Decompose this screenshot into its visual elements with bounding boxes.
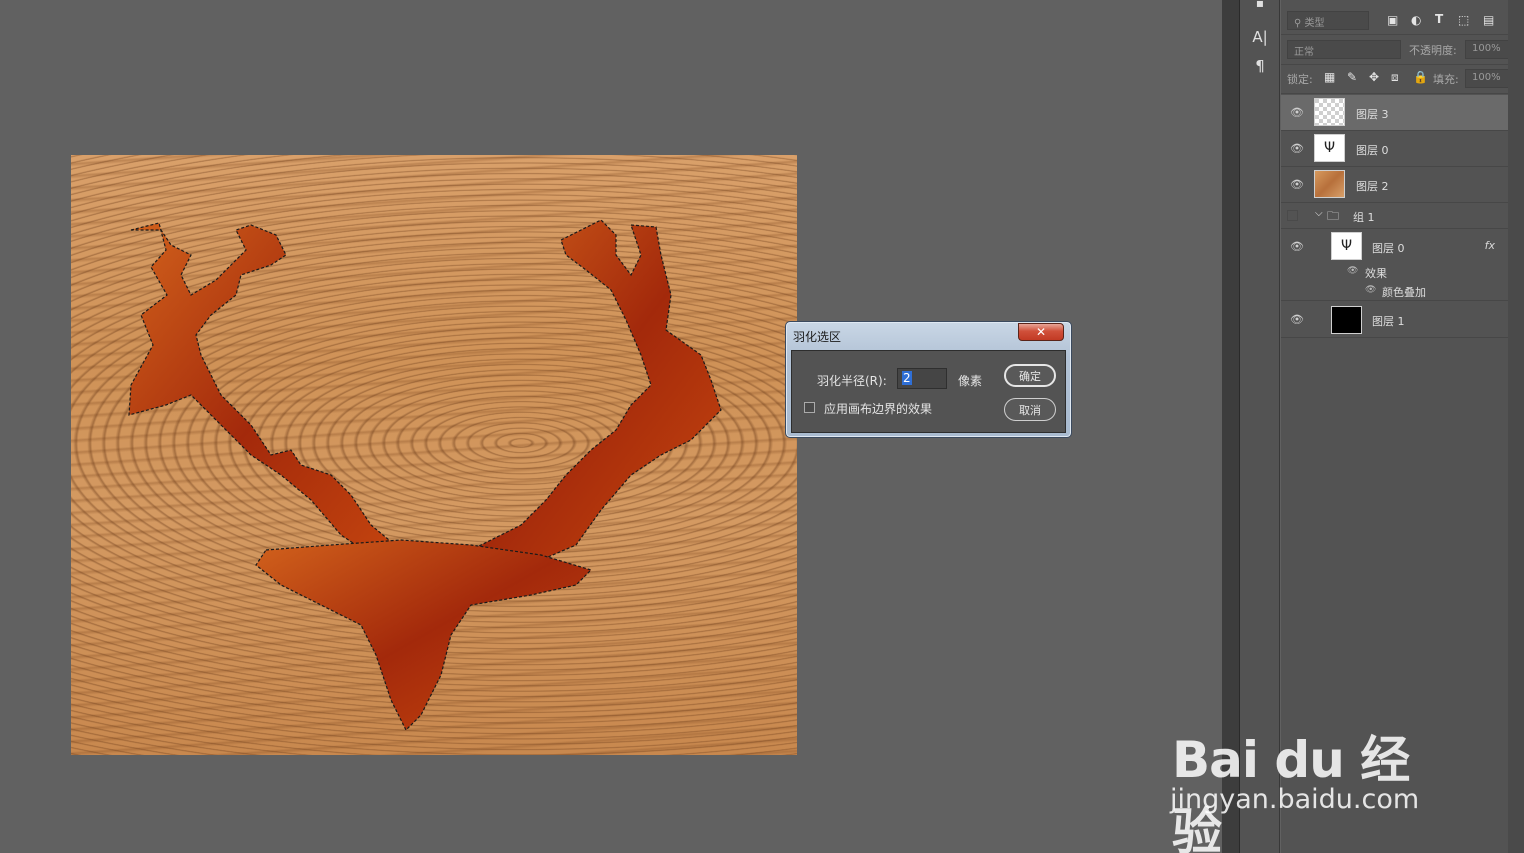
- tool-icon-top[interactable]: ▪: [1240, 0, 1280, 10]
- baidu-jingyan-watermark: Bai du 经验 jingyan.baidu.com: [1170, 690, 1450, 853]
- layer-thumbnail: [1314, 98, 1345, 126]
- feather-radius-label: 羽化半径(R):: [817, 374, 887, 388]
- watermark-url: jingyan.baidu.com: [1170, 784, 1420, 815]
- dialog-title: 羽化选区: [793, 330, 842, 344]
- lock-fill-bar: 锁定: ▦ ✎ ✥ ⧈ 🔒 填充: 100%: [1281, 65, 1524, 94]
- adjustment-filter-icon[interactable]: ◐: [1411, 13, 1421, 27]
- visibility-eye-icon[interactable]: 👁: [1290, 178, 1304, 191]
- search-icon: ⚲: [1294, 18, 1305, 29]
- smart-object-filter-icon[interactable]: ▤: [1483, 13, 1494, 27]
- layer-row[interactable]: 👁 图层 2: [1281, 167, 1508, 203]
- dialog-close-button[interactable]: ✕: [1018, 323, 1064, 341]
- lock-image-icon[interactable]: ✎: [1347, 70, 1357, 84]
- ok-button[interactable]: 确定: [1004, 364, 1056, 387]
- chevron-down-icon[interactable]: ⌵: [1315, 208, 1323, 219]
- lock-label: 锁定:: [1287, 73, 1313, 86]
- apply-canvas-edge-label: 应用画布边界的效果: [824, 402, 933, 416]
- fill-label: 填充:: [1433, 73, 1459, 86]
- blend-opacity-bar: 正常 不透明度: 100%: [1281, 36, 1524, 65]
- effects-label: 效果: [1365, 267, 1387, 280]
- group-row[interactable]: ⌵ 🗀 组 1: [1281, 203, 1508, 229]
- document-workspace: 羽化选区 ✕ 羽化半径(R): 2 像素 应用画布边界的效果 确定 取消: [0, 0, 1222, 853]
- layer-name: 图层 2: [1356, 180, 1389, 193]
- layer-thumbnail: Ψ: [1331, 232, 1362, 260]
- antler-thumb-icon: Ψ: [1340, 238, 1353, 254]
- layer-thumbnail: [1314, 170, 1345, 198]
- shape-filter-icon[interactable]: ⬚: [1458, 13, 1469, 27]
- layers-filter-bar: ⚲ 类型 ▣ ◐ T ⬚ ▤ ●: [1281, 6, 1524, 35]
- visibility-eye-icon[interactable]: 👁: [1290, 142, 1304, 155]
- layer-thumbnail: [1331, 306, 1362, 334]
- left-antler-shape: [128, 222, 417, 576]
- layer-name: 图层 3: [1356, 108, 1389, 121]
- layer-row[interactable]: 👁 Ψ 图层 0 fx 👁 效果 👁 颜色叠加: [1281, 229, 1508, 301]
- lock-position-icon[interactable]: ✥: [1369, 70, 1379, 84]
- layer-name: 图层 0: [1372, 242, 1405, 255]
- layer-row[interactable]: 👁 图层 3: [1281, 95, 1508, 131]
- close-icon: ✕: [1035, 325, 1047, 339]
- visibility-eye-icon[interactable]: 👁: [1290, 106, 1304, 119]
- filter-kind-select[interactable]: ⚲ 类型: [1287, 11, 1369, 30]
- lock-artboard-icon[interactable]: ⧈: [1391, 70, 1399, 85]
- color-overlay-eye-icon[interactable]: 👁: [1365, 285, 1376, 295]
- paragraph-panel-icon[interactable]: ¶: [1240, 57, 1280, 75]
- feather-radius-input[interactable]: 2: [897, 368, 947, 389]
- panel-scrollbar[interactable]: [1508, 0, 1524, 853]
- color-overlay-label: 颜色叠加: [1382, 286, 1426, 299]
- image-canvas[interactable]: [71, 155, 797, 755]
- folder-icon: 🗀: [1327, 209, 1340, 223]
- visibility-box[interactable]: [1287, 210, 1298, 221]
- antler-thumb-icon: Ψ: [1323, 140, 1336, 156]
- layer-name: 图层 0: [1356, 144, 1389, 157]
- right-antler-shape: [460, 219, 722, 571]
- blend-mode-select[interactable]: 正常: [1287, 40, 1401, 59]
- layer-row[interactable]: 👁 Ψ 图层 0: [1281, 131, 1508, 167]
- antler-selection: [128, 219, 722, 732]
- layer-thumbnail: Ψ: [1314, 134, 1345, 162]
- effects-eye-icon[interactable]: 👁: [1347, 266, 1358, 276]
- feather-selection-dialog: 羽化选区 ✕ 羽化半径(R): 2 像素 应用画布边界的效果 确定 取消: [785, 321, 1072, 438]
- opacity-label: 不透明度:: [1409, 44, 1457, 57]
- character-panel-icon[interactable]: A|: [1240, 28, 1280, 46]
- dialog-body: 羽化半径(R): 2 像素 应用画布边界的效果 确定 取消: [791, 350, 1066, 433]
- lock-all-icon[interactable]: 🔒: [1413, 70, 1428, 84]
- apply-canvas-edge-checkbox[interactable]: [804, 402, 815, 413]
- pixel-filter-icon[interactable]: ▣: [1387, 13, 1398, 27]
- visibility-eye-icon[interactable]: 👁: [1290, 313, 1304, 326]
- cancel-button[interactable]: 取消: [1004, 398, 1056, 421]
- fx-badge[interactable]: fx: [1485, 239, 1495, 252]
- layer-name: 图层 1: [1372, 315, 1405, 328]
- filter-kind-value: 类型: [1304, 18, 1325, 29]
- feather-radius-value: 2: [902, 371, 912, 385]
- layer-row[interactable]: 👁 图层 1: [1281, 302, 1508, 338]
- group-name: 组 1: [1353, 211, 1375, 224]
- lock-transparent-icon[interactable]: ▦: [1324, 70, 1335, 84]
- skull-shape: [255, 539, 593, 732]
- type-filter-icon[interactable]: T: [1435, 12, 1443, 26]
- unit-label: 像素: [958, 374, 983, 388]
- visibility-eye-icon[interactable]: 👁: [1290, 240, 1304, 253]
